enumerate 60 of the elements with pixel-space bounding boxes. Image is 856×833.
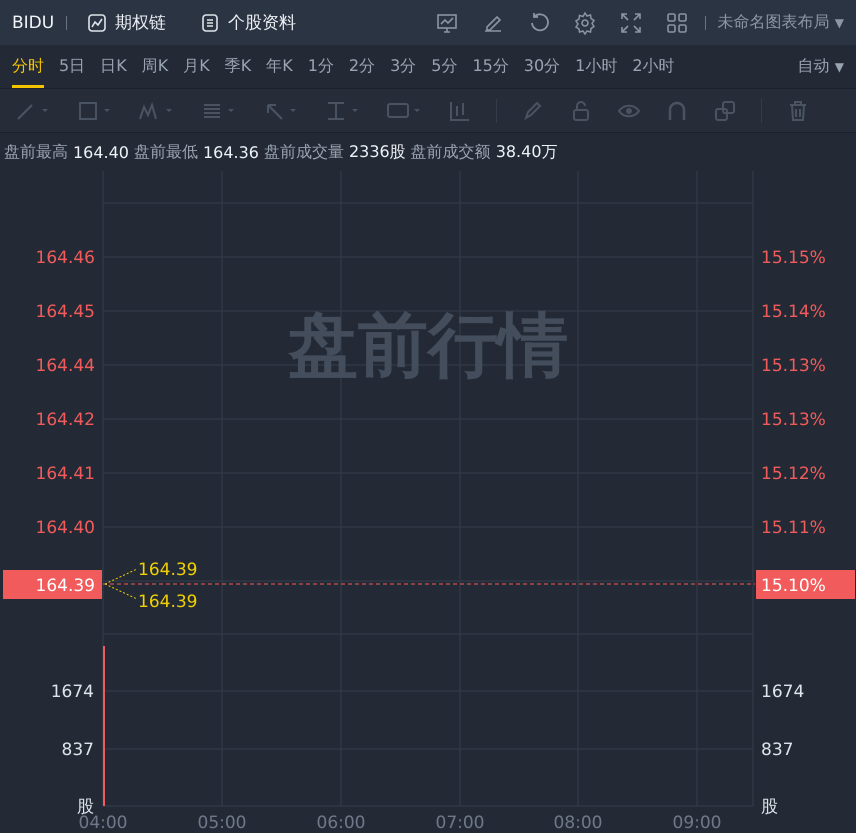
layers-icon[interactable] xyxy=(713,98,737,122)
stat-value: 38.40万 xyxy=(496,142,558,162)
expand-icon[interactable] xyxy=(618,10,643,34)
price-marker: 164.39 xyxy=(3,570,102,599)
period-tab[interactable]: 5日 xyxy=(59,45,86,88)
period-tab[interactable]: 2分 xyxy=(348,45,376,88)
scale-dropdown[interactable]: 自动 ▼ xyxy=(798,56,856,77)
stat-value: 164.40 xyxy=(73,142,129,162)
stat-value: 2336股 xyxy=(348,142,406,162)
volume-axis-label: 837 xyxy=(761,740,794,760)
percent-axis-label: 15.11% xyxy=(761,518,826,538)
document-icon xyxy=(200,12,220,32)
period-tab[interactable]: 1分 xyxy=(308,45,334,88)
layout-dropdown[interactable]: 未命名图表布局 ▼ xyxy=(718,12,856,33)
grid-icon[interactable] xyxy=(664,10,689,34)
period-tab[interactable]: 月K xyxy=(183,45,210,88)
volume-axis-label: 837 xyxy=(62,740,94,760)
header-link[interactable]: 期权链 xyxy=(87,11,166,34)
period-tab[interactable]: 15分 xyxy=(472,45,509,88)
period-tab[interactable]: 30分 xyxy=(524,45,560,88)
percent-axis-label: 15.13% xyxy=(761,356,826,376)
leader-line xyxy=(104,568,138,600)
stock-symbol: BIDU xyxy=(12,12,54,32)
volume-axis-label: 1674 xyxy=(761,682,804,702)
stat-label: 盘前成交额 xyxy=(410,142,491,162)
price-axis-label: 164.46 xyxy=(36,248,95,268)
stat-label: 盘前成交量 xyxy=(264,142,344,162)
price-axis-label: 164.42 xyxy=(36,410,95,430)
callout-price-label: 164.39 xyxy=(138,560,198,580)
price-axis-label: 164.40 xyxy=(36,518,95,538)
time-axis-label: 07:00 xyxy=(436,813,484,833)
percent-marker: 15.10% xyxy=(756,570,855,599)
period-tab[interactable]: 日K xyxy=(100,45,127,88)
price-axis-label: 164.41 xyxy=(36,464,95,484)
period-tab[interactable]: 3分 xyxy=(390,45,416,88)
chart-icon xyxy=(87,12,108,32)
period-tab[interactable]: 季K xyxy=(224,45,252,88)
price-axis-label: 164.44 xyxy=(36,356,95,376)
time-axis-label: 08:00 xyxy=(554,813,602,833)
percent-axis-label: 15.14% xyxy=(761,302,826,322)
period-tab[interactable]: 2小时 xyxy=(632,45,675,88)
time-axis-label: 05:00 xyxy=(198,813,246,833)
period-tab[interactable]: 年K xyxy=(266,45,293,88)
stat-value: 164.36 xyxy=(202,142,259,162)
volume-axis-label: 股 xyxy=(761,797,778,817)
stat-label: 盘前最低 xyxy=(134,142,198,162)
percent-axis-label: 15.12% xyxy=(761,464,826,484)
price-axis-label: 164.45 xyxy=(36,302,95,322)
callout-price-label: 164.39 xyxy=(138,592,198,612)
time-axis-label: 09:00 xyxy=(672,813,722,833)
period-tab[interactable]: 1小时 xyxy=(575,45,618,88)
period-tab[interactable]: 周K xyxy=(142,45,168,88)
percent-axis-label: 15.15% xyxy=(761,248,826,268)
stat-label: 盘前最高 xyxy=(4,142,68,162)
settings-icon[interactable] xyxy=(572,10,597,34)
time-axis-label: 06:00 xyxy=(316,813,366,833)
period-tab[interactable]: 5分 xyxy=(431,45,458,88)
percent-axis-label: 15.13% xyxy=(761,410,826,430)
header-link[interactable]: 个股资料 xyxy=(200,11,296,34)
volume-axis-label: 1674 xyxy=(50,682,94,702)
